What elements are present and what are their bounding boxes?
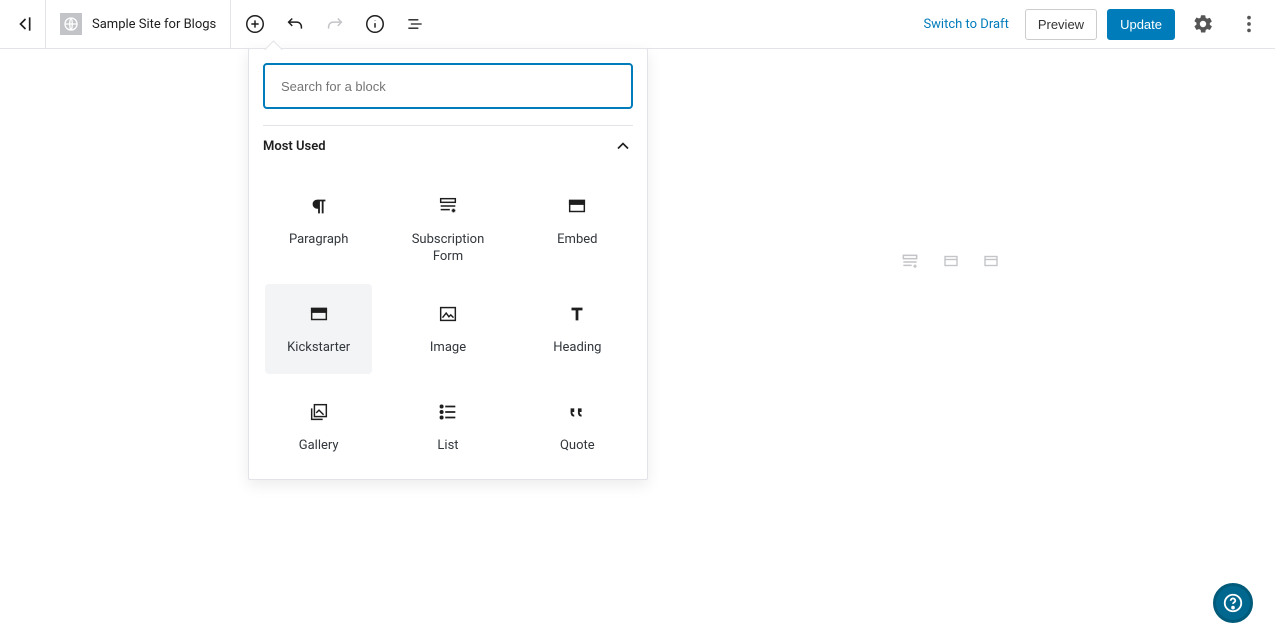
toolbar-left: Sample Site for Blogs bbox=[0, 0, 439, 48]
form-icon bbox=[437, 192, 459, 220]
chevron-up-icon bbox=[613, 136, 633, 156]
toolbar-right: Switch to Draft Preview Update bbox=[917, 6, 1275, 42]
embed-icon bbox=[566, 192, 588, 220]
block-grid: Paragraph Subscription Form Embed Kickst… bbox=[263, 170, 633, 478]
outline-icon bbox=[405, 14, 425, 34]
block-item-heading[interactable]: Heading bbox=[524, 284, 631, 374]
info-button[interactable] bbox=[357, 6, 393, 42]
image-icon bbox=[437, 300, 459, 328]
embed-placeholder-icon bbox=[942, 252, 960, 270]
settings-button[interactable] bbox=[1185, 6, 1221, 42]
section-title: Most Used bbox=[263, 139, 326, 154]
block-item-paragraph[interactable]: Paragraph bbox=[265, 176, 372, 276]
block-item-embed[interactable]: Embed bbox=[524, 176, 631, 276]
help-icon bbox=[1222, 592, 1244, 614]
quote-icon bbox=[566, 398, 588, 426]
block-item-quote[interactable]: Quote bbox=[524, 382, 631, 472]
undo-icon bbox=[284, 13, 306, 35]
plus-circle-icon bbox=[244, 13, 266, 35]
block-label: Heading bbox=[553, 340, 601, 357]
block-label: Embed bbox=[557, 232, 597, 249]
switch-draft-button[interactable]: Switch to Draft bbox=[917, 9, 1014, 40]
more-menu-button[interactable] bbox=[1231, 6, 1267, 42]
undo-button[interactable] bbox=[277, 6, 313, 42]
globe-icon bbox=[63, 16, 79, 32]
outline-button[interactable] bbox=[397, 6, 433, 42]
block-item-gallery[interactable]: Gallery bbox=[265, 382, 372, 472]
update-button[interactable]: Update bbox=[1107, 9, 1175, 40]
search-input[interactable] bbox=[263, 63, 633, 109]
canvas-placeholder-icons bbox=[900, 252, 1000, 272]
block-label: Image bbox=[430, 340, 466, 357]
block-label: Gallery bbox=[299, 438, 339, 455]
add-block-button[interactable] bbox=[237, 6, 273, 42]
block-label: Subscription Form bbox=[400, 232, 495, 266]
editor-tools bbox=[231, 6, 439, 42]
blocks-scroll[interactable]: Most Used Paragraph Subscription Form bbox=[249, 123, 647, 479]
list-icon bbox=[437, 398, 459, 426]
block-label: Quote bbox=[560, 438, 595, 455]
block-label: Paragraph bbox=[289, 232, 348, 249]
back-button[interactable] bbox=[0, 0, 46, 48]
heading-icon bbox=[566, 300, 588, 328]
embed-placeholder-icon-2 bbox=[982, 252, 1000, 270]
section-header-most-used[interactable]: Most Used bbox=[263, 125, 633, 170]
help-button[interactable] bbox=[1213, 583, 1253, 623]
search-wrapper bbox=[249, 49, 647, 123]
redo-button bbox=[317, 6, 353, 42]
site-avatar bbox=[60, 13, 82, 35]
more-vertical-icon bbox=[1238, 13, 1260, 35]
block-inserter-popover: Most Used Paragraph Subscription Form bbox=[248, 48, 648, 480]
paragraph-icon bbox=[308, 192, 330, 220]
block-item-kickstarter[interactable]: Kickstarter bbox=[265, 284, 372, 374]
embed-icon bbox=[308, 300, 330, 328]
site-title: Sample Site for Blogs bbox=[92, 17, 216, 32]
block-item-list[interactable]: List bbox=[394, 382, 501, 472]
block-label: List bbox=[437, 438, 458, 455]
gear-icon bbox=[1192, 13, 1214, 35]
redo-icon bbox=[324, 13, 346, 35]
gallery-icon bbox=[308, 398, 330, 426]
info-icon bbox=[364, 13, 386, 35]
block-item-image[interactable]: Image bbox=[394, 284, 501, 374]
block-item-subscription-form[interactable]: Subscription Form bbox=[394, 176, 501, 276]
preview-button[interactable]: Preview bbox=[1025, 9, 1097, 40]
editor-toolbar: Sample Site for Blogs Switch to Draft Pr… bbox=[0, 0, 1275, 49]
block-label: Kickstarter bbox=[287, 340, 350, 357]
site-info[interactable]: Sample Site for Blogs bbox=[46, 0, 231, 48]
form-placeholder-icon bbox=[900, 252, 920, 272]
back-icon bbox=[13, 14, 33, 34]
